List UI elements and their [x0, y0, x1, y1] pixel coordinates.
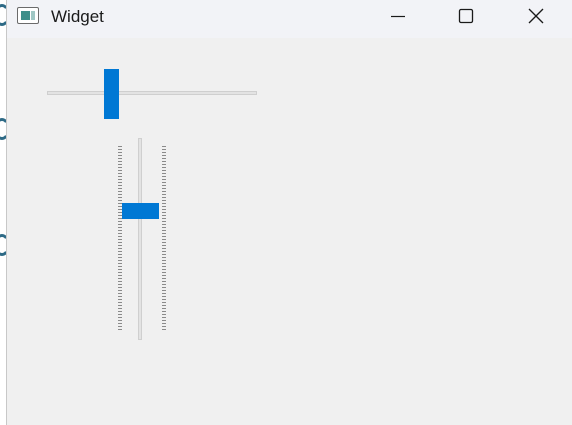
slider-groove[interactable]: [138, 138, 142, 340]
close-button[interactable]: [513, 0, 559, 32]
horizontal-slider[interactable]: [47, 68, 259, 120]
app-icon-pane: [31, 11, 35, 20]
window-title: Widget: [51, 7, 104, 26]
title-bar[interactable]: Widget: [7, 0, 572, 38]
vertical-slider[interactable]: [115, 138, 169, 341]
app-window: Widget: [6, 0, 572, 425]
slider-handle[interactable]: [104, 69, 119, 119]
maximize-icon: [458, 8, 474, 24]
minimize-icon: [391, 15, 405, 18]
slider-handle[interactable]: [122, 203, 159, 219]
slider-groove[interactable]: [47, 91, 257, 95]
tick-marks-left: [118, 146, 122, 332]
tick-marks-right: [162, 146, 166, 332]
close-icon: [528, 8, 544, 24]
minimize-button[interactable]: [375, 0, 421, 32]
app-icon-pane: [21, 11, 30, 20]
window-app-icon: [17, 7, 39, 24]
maximize-button[interactable]: [443, 0, 489, 32]
